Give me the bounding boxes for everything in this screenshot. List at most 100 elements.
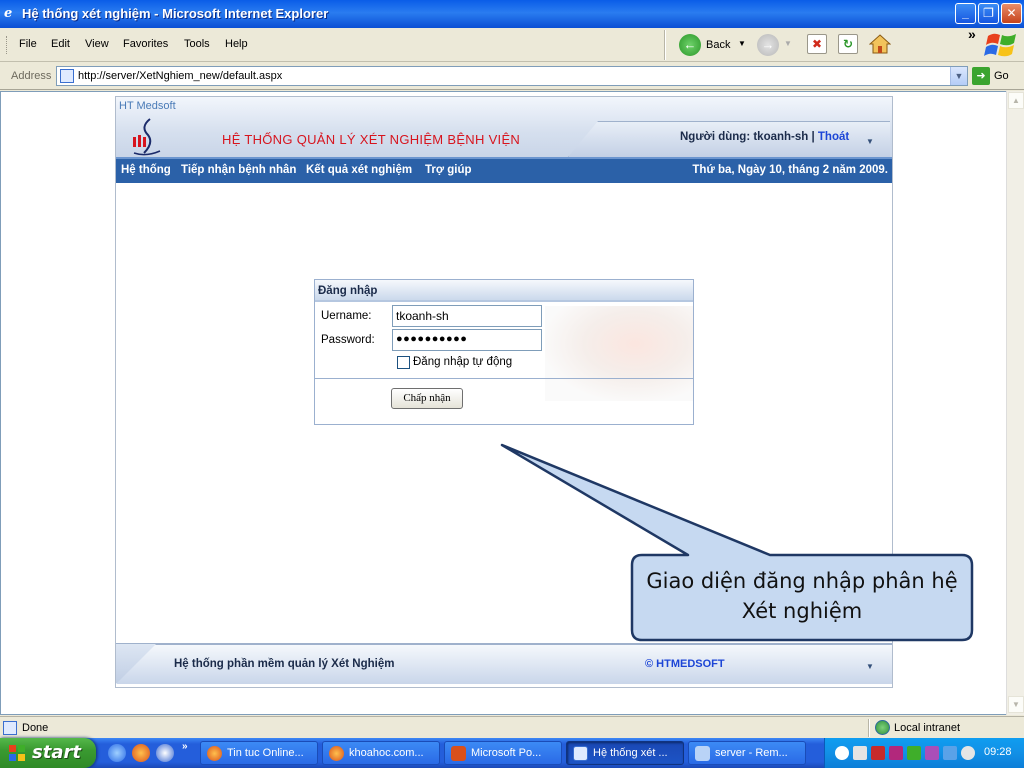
tray-tool-icon[interactable]	[853, 746, 867, 760]
home-icon	[868, 34, 892, 54]
password-input[interactable]: ●●●●●●●●●●	[392, 329, 542, 351]
task-item-powerpoint[interactable]: Microsoft Po...	[444, 741, 562, 765]
back-button[interactable]: ← Back ▼	[679, 34, 751, 56]
windows-logo-icon	[984, 33, 1016, 57]
start-label: start	[32, 742, 81, 763]
task-item-khoahoc[interactable]: khoahoc.com...	[322, 741, 440, 765]
minimize-button[interactable]: _	[955, 3, 976, 24]
close-button[interactable]: ✕	[1001, 3, 1022, 24]
tray-display-icon[interactable]	[925, 746, 939, 760]
status-bar: Done Local intranet	[0, 716, 1024, 738]
scroll-up-icon[interactable]: ▲	[1008, 92, 1024, 109]
task-item-he-thong[interactable]: Hệ thống xét ...	[566, 741, 684, 765]
tray-network-icon[interactable]	[835, 746, 849, 760]
restore-icon: ❐	[983, 6, 994, 20]
ie-icon: e	[4, 6, 13, 21]
forward-button[interactable]: → ▼	[757, 34, 793, 56]
window-title: Hệ thống xét nghiệm - Microsoft Internet…	[22, 6, 329, 21]
task-item-tin-tuc[interactable]: Tin tuc Online...	[200, 741, 318, 765]
home-button[interactable]	[868, 33, 892, 55]
username-label: Uername:	[321, 310, 372, 322]
site-header: HT Medsoft HỆ THỐNG QUẢN LÝ XÉT NGHIỆM B…	[116, 97, 892, 157]
stop-button[interactable]: ✖	[807, 34, 827, 54]
menu-bar: File Edit View Favorites Tools Help ← Ba…	[0, 26, 1024, 62]
tray-computer-icon[interactable]	[943, 746, 957, 760]
address-url: http://server/XetNghiem_new/default.aspx	[78, 70, 283, 82]
tray-v-icon[interactable]	[889, 746, 903, 760]
toolbar-chevron[interactable]: »	[968, 26, 976, 42]
page-done-icon	[3, 721, 17, 735]
status-text: Done	[22, 722, 49, 734]
remote-desktop-icon	[695, 746, 710, 761]
quicklaunch-firefox-icon[interactable]	[132, 744, 150, 762]
toolbar-grip[interactable]	[6, 36, 9, 54]
quicklaunch-download-icon[interactable]	[156, 744, 174, 762]
start-button[interactable]: start	[0, 738, 96, 768]
back-dropdown-icon: ▼	[738, 39, 746, 48]
task-item-remote-desktop[interactable]: server - Rem...	[688, 741, 806, 765]
intranet-zone-icon	[875, 720, 890, 735]
login-background-image	[545, 306, 693, 401]
auto-login-label[interactable]: Đăng nhập tự động	[413, 356, 512, 368]
address-dropdown-icon[interactable]: ▼	[950, 67, 967, 85]
clock[interactable]: 09:28	[984, 746, 1012, 758]
login-title: Đăng nhập	[318, 285, 378, 297]
task-label: Hệ thống xét ...	[593, 747, 668, 759]
nav-tiep-nhan[interactable]: Tiếp nhận bệnh nhân	[181, 164, 296, 176]
ie-page-icon	[573, 746, 588, 761]
refresh-icon: ↻	[842, 37, 854, 51]
quicklaunch-more-icon[interactable]: »	[182, 741, 188, 752]
menu-edit[interactable]: Edit	[51, 38, 70, 50]
menu-view[interactable]: View	[85, 38, 109, 50]
menu-favorites[interactable]: Favorites	[123, 38, 168, 50]
menu-tools[interactable]: Tools	[184, 38, 210, 50]
username-input[interactable]: tkoanh-sh	[392, 305, 542, 327]
scroll-down-icon[interactable]: ▼	[1008, 696, 1024, 713]
logout-link[interactable]: Thoát	[818, 131, 849, 143]
nav-tro-giup[interactable]: Trợ giúp	[425, 164, 472, 176]
callout-text: Giao diện đăng nhập phân hệ Xét nghiệm	[646, 569, 958, 623]
taskbar: start » Tin tuc Online... khoahoc.com...…	[0, 738, 1024, 768]
status-separator	[868, 719, 870, 737]
powerpoint-icon	[451, 746, 466, 761]
user-label: Người dùng: tkoanh-sh |	[680, 131, 818, 143]
address-label: Address	[11, 70, 52, 82]
current-date: Thứ ba, Ngày 10, tháng 2 năm 2009.	[692, 164, 888, 176]
system-tray: 09:28	[824, 738, 1024, 768]
task-label: Tin tuc Online...	[227, 747, 304, 759]
tray-app-icon[interactable]	[907, 746, 921, 760]
system-title: HỆ THỐNG QUẢN LÝ XÉT NGHIỆM BỆNH VIỆN	[222, 132, 521, 147]
login-panel: Đăng nhập Uername: tkoanh-sh Password: ●…	[314, 279, 694, 425]
menu-help[interactable]: Help	[225, 38, 248, 50]
tray-security-icon[interactable]	[871, 746, 885, 760]
user-menu-chevron-icon[interactable]: ▼	[866, 137, 874, 146]
task-label: khoahoc.com...	[349, 747, 424, 759]
menu-file[interactable]: File	[19, 38, 37, 50]
quicklaunch-ie-icon[interactable]	[108, 744, 126, 762]
hospital-logo-icon	[133, 118, 161, 156]
windows-flag-icon	[9, 745, 25, 761]
minimize-icon: _	[962, 6, 969, 20]
address-input[interactable]: http://server/XetNghiem_new/default.aspx…	[56, 66, 968, 86]
firefox-icon	[207, 746, 222, 761]
nav-ket-qua[interactable]: Kết quả xét nghiệm	[306, 164, 412, 176]
submit-button[interactable]: Chấp nhận	[391, 388, 463, 409]
nav-he-thong[interactable]: Hệ thống	[121, 164, 171, 176]
main-nav: Hệ thống Tiếp nhận bệnh nhân Kết quả xét…	[116, 157, 892, 183]
footer-copyright[interactable]: © HTMEDSOFT	[645, 658, 725, 670]
forward-arrow-icon: →	[757, 34, 779, 56]
login-header: Đăng nhập	[315, 280, 693, 302]
tray-volume-icon[interactable]	[961, 746, 975, 760]
restore-button[interactable]: ❐	[978, 3, 999, 24]
footer-chevron-icon[interactable]: ▼	[866, 662, 874, 671]
window-title-bar[interactable]: e Hệ thống xét nghiệm - Microsoft Intern…	[0, 0, 1024, 28]
password-label: Password:	[321, 334, 375, 346]
back-label: Back	[706, 39, 731, 51]
page-icon	[60, 69, 74, 83]
auto-login-checkbox[interactable]	[397, 356, 410, 369]
back-arrow-icon: ←	[679, 34, 701, 56]
vertical-scrollbar[interactable]: ▲ ▼	[1006, 91, 1024, 715]
close-icon: ✕	[1006, 6, 1017, 20]
refresh-button[interactable]: ↻	[838, 34, 858, 54]
toolbar-separator	[664, 30, 666, 60]
